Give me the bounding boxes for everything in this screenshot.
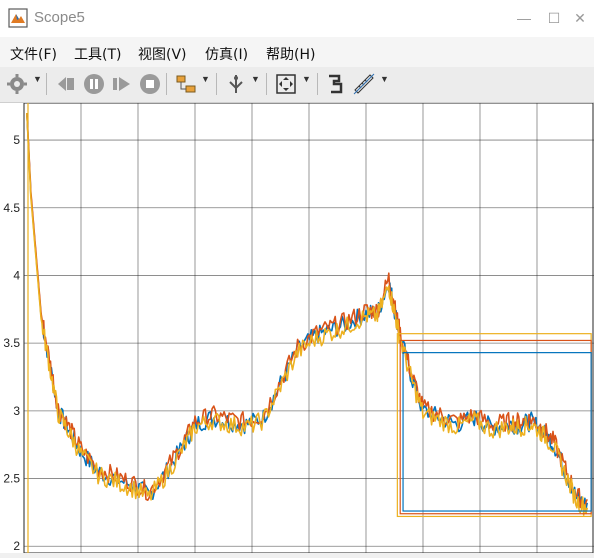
menu-simulation[interactable]: 仿真(I)	[205, 44, 248, 64]
measure-dropdown-icon[interactable]: ▼	[380, 74, 389, 84]
menu-bar: 文件(F) 工具(T) 视图(V) 仿真(I) 帮助(H)	[0, 37, 594, 67]
y-tick-label: 4	[13, 268, 20, 282]
step-forward-icon[interactable]	[110, 72, 134, 96]
pause-icon[interactable]	[82, 72, 106, 96]
stop-icon[interactable]	[138, 72, 162, 96]
zoom-fit-icon[interactable]	[274, 72, 298, 96]
y-tick-label: 2	[13, 539, 20, 553]
y-tick-label: 4.5	[3, 201, 20, 215]
toolbar-separator	[266, 73, 267, 95]
menu-file[interactable]: 文件(F)	[10, 44, 57, 64]
window-title: Scope5	[34, 9, 85, 26]
toolbar-separator	[46, 73, 47, 95]
measure-ruler-icon[interactable]	[352, 72, 376, 96]
matlab-scope-icon	[8, 8, 28, 28]
y-tick-label: 5	[13, 133, 20, 147]
step-back-icon[interactable]	[54, 72, 78, 96]
signal-selector-icon[interactable]	[174, 72, 198, 96]
toolbar: ▼ ▼ ▼ ▼ ▼	[0, 67, 594, 103]
trigger-dropdown-icon[interactable]: ▼	[251, 74, 260, 84]
toolbar-separator	[216, 73, 217, 95]
toolbar-separator	[317, 73, 318, 95]
title-bar: Scope5 — ☐ ✕	[0, 0, 594, 37]
y-tick-label: 3.5	[3, 336, 20, 350]
y-tick-label: 3	[13, 404, 20, 418]
close-button[interactable]: ✕	[566, 6, 594, 30]
signal-dropdown-icon[interactable]: ▼	[201, 74, 210, 84]
minimize-button[interactable]: —	[510, 6, 538, 30]
highlight-block-icon[interactable]	[324, 72, 348, 96]
gear-dropdown-icon[interactable]: ▼	[33, 74, 42, 84]
toolbar-separator	[166, 73, 167, 95]
scope-chart[interactable]: 5 4.5 4 3.5 3 2.5 2	[0, 102, 594, 554]
menu-tools[interactable]: 工具(T)	[74, 44, 121, 64]
gear-icon[interactable]	[6, 72, 28, 96]
trigger-icon[interactable]	[224, 72, 248, 96]
y-tick-label: 2.5	[3, 472, 20, 486]
scope-plot-area[interactable]: 5 4.5 4 3.5 3 2.5 2	[0, 102, 594, 554]
zoom-dropdown-icon[interactable]: ▼	[302, 74, 311, 84]
menu-help[interactable]: 帮助(H)	[266, 44, 315, 64]
maximize-button[interactable]: ☐	[540, 6, 568, 30]
menu-view[interactable]: 视图(V)	[138, 44, 187, 64]
